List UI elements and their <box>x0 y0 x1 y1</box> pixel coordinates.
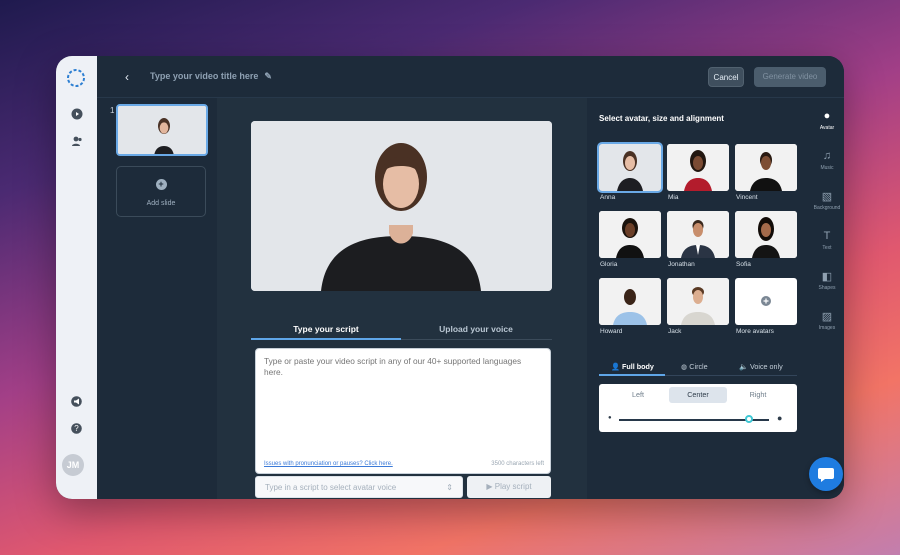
active-tab-indicator <box>251 338 401 340</box>
avatar-card-howard[interactable] <box>599 278 661 325</box>
background-icon: ▧ <box>821 191 833 203</box>
align-center-button[interactable]: Center <box>669 387 727 403</box>
avatar-card-mia[interactable] <box>667 144 729 191</box>
edit-pencil-icon[interactable]: ✎ <box>264 71 272 81</box>
tools-sidebar: ● Avatar ♫ Music ▧ Background T Text ◧ Shapes… <box>810 98 844 499</box>
avatar-thumbnail-image <box>118 106 206 154</box>
avatar-name-jonathan: Jonathan <box>668 261 695 268</box>
sidebar-item-images[interactable]: ▨ Images <box>810 310 844 331</box>
play-icon[interactable] <box>56 108 97 123</box>
plus-icon: + <box>155 179 167 190</box>
avatar-name-anna: Anna <box>600 194 616 201</box>
avatar-icon: ● <box>823 110 831 122</box>
app-window: ? JM ‹ Type your video title here ✎ Cance… <box>56 56 844 499</box>
size-slider-handle[interactable] <box>745 415 753 423</box>
script-input[interactable] <box>264 356 542 451</box>
music-icon: ♫ <box>822 150 832 162</box>
speaker-icon: 🔈 <box>739 362 750 371</box>
play-icon: ▶ <box>486 482 495 491</box>
image-icon: ▨ <box>821 311 833 323</box>
tab-type-script[interactable]: Type your script <box>251 324 401 334</box>
help-icon[interactable]: ? <box>56 423 97 437</box>
sidebar-item-music[interactable]: ♫ Music <box>810 150 844 171</box>
tab-voice-only[interactable]: 🔈 Voice only <box>739 362 783 371</box>
slide-number: 1 <box>110 106 115 115</box>
editor-area: Type your script Upload your voice Issue… <box>217 98 587 499</box>
avatar-name-sofia: Sofia <box>736 261 751 268</box>
users-icon[interactable] <box>56 135 97 150</box>
generate-video-button[interactable]: Generate video <box>754 67 826 87</box>
top-bar: ‹ Type your video title here ✎ Cancel Gen… <box>97 56 844 98</box>
more-avatars-label: More avatars <box>736 328 774 335</box>
more-avatars-card[interactable] <box>735 278 797 325</box>
align-left-button[interactable]: Left <box>609 387 667 403</box>
body-mode-tabs: 👤 Full body ◍ Circle 🔈 Voice only <box>599 360 797 376</box>
avatar-card-anna[interactable] <box>597 142 663 193</box>
avatar-preview-image <box>251 121 552 291</box>
avatar-card-jonathan[interactable] <box>667 211 729 258</box>
person-icon: 👤 <box>611 362 622 371</box>
avatar-card-sofia[interactable] <box>735 211 797 258</box>
avatar-name-gloria: Gloria <box>600 261 618 268</box>
large-person-icon: ● <box>777 413 783 423</box>
avatar-name-mia: Mia <box>668 194 679 201</box>
sidebar-item-shapes[interactable]: ◧ Shapes <box>810 270 844 291</box>
play-script-button[interactable]: ▶ Play script <box>467 476 551 498</box>
character-count: 3500 characters left <box>491 461 544 467</box>
script-tabs: Type your script Upload your voice <box>251 320 552 340</box>
avatar-name-vincent: Vincent <box>736 194 758 201</box>
user-avatar[interactable]: JM <box>62 454 84 476</box>
select-arrows-icon: ⇕ <box>446 483 453 492</box>
video-preview <box>251 121 552 291</box>
avatar-panel: Select avatar, size and alignment Anna M… <box>587 98 810 499</box>
small-person-icon: ● <box>608 415 612 421</box>
slide-thumbnail-1[interactable] <box>116 104 208 156</box>
plus-circle-icon <box>761 296 771 306</box>
avatar-card-vincent[interactable] <box>735 144 797 191</box>
avatar-panel-heading: Select avatar, size and alignment <box>599 114 724 123</box>
video-title-input[interactable]: Type your video title here ✎ <box>150 71 272 82</box>
sidebar-item-background[interactable]: ▧ Background <box>810 190 844 211</box>
text-icon: T <box>823 230 831 242</box>
chat-bubble-icon <box>818 468 834 482</box>
chat-button[interactable] <box>809 457 843 491</box>
sidebar-item-avatar[interactable]: ● Avatar <box>810 110 844 131</box>
active-body-tab-indicator <box>599 374 665 376</box>
avatar-voice-select[interactable]: Type in a script to select avatar voice … <box>255 476 463 498</box>
slides-panel: 1 + Add slide <box>97 98 217 499</box>
avatar-card-jack[interactable] <box>667 278 729 325</box>
logo-icon <box>67 69 85 87</box>
shapes-icon: ◧ <box>821 271 833 283</box>
align-right-button[interactable]: Right <box>729 387 787 403</box>
add-slide-label: Add slide <box>146 200 176 207</box>
alignment-box: Left Center Right ● ● <box>599 384 797 432</box>
script-box: Issues with pronunciation or pauses? Cli… <box>255 348 551 474</box>
add-slide-button[interactable]: + Add slide <box>116 166 206 217</box>
tab-circle[interactable]: ◍ Circle <box>681 362 708 371</box>
megaphone-icon[interactable] <box>56 396 97 410</box>
avatar-name-howard: Howard <box>600 328 623 335</box>
svg-text:?: ? <box>74 424 79 433</box>
left-rail: ? JM <box>56 56 97 499</box>
cancel-button[interactable]: Cancel <box>708 67 744 87</box>
avatar-name-jack: Jack <box>668 328 682 335</box>
back-arrow-icon[interactable]: ‹ <box>125 70 129 84</box>
tab-upload-voice[interactable]: Upload your voice <box>401 324 551 334</box>
avatar-card-gloria[interactable] <box>599 211 661 258</box>
pronunciation-help-link[interactable]: Issues with pronunciation or pauses? Cli… <box>264 461 393 467</box>
tab-full-body[interactable]: 👤 Full body <box>611 362 654 371</box>
sidebar-item-text[interactable]: T Text <box>810 230 844 251</box>
